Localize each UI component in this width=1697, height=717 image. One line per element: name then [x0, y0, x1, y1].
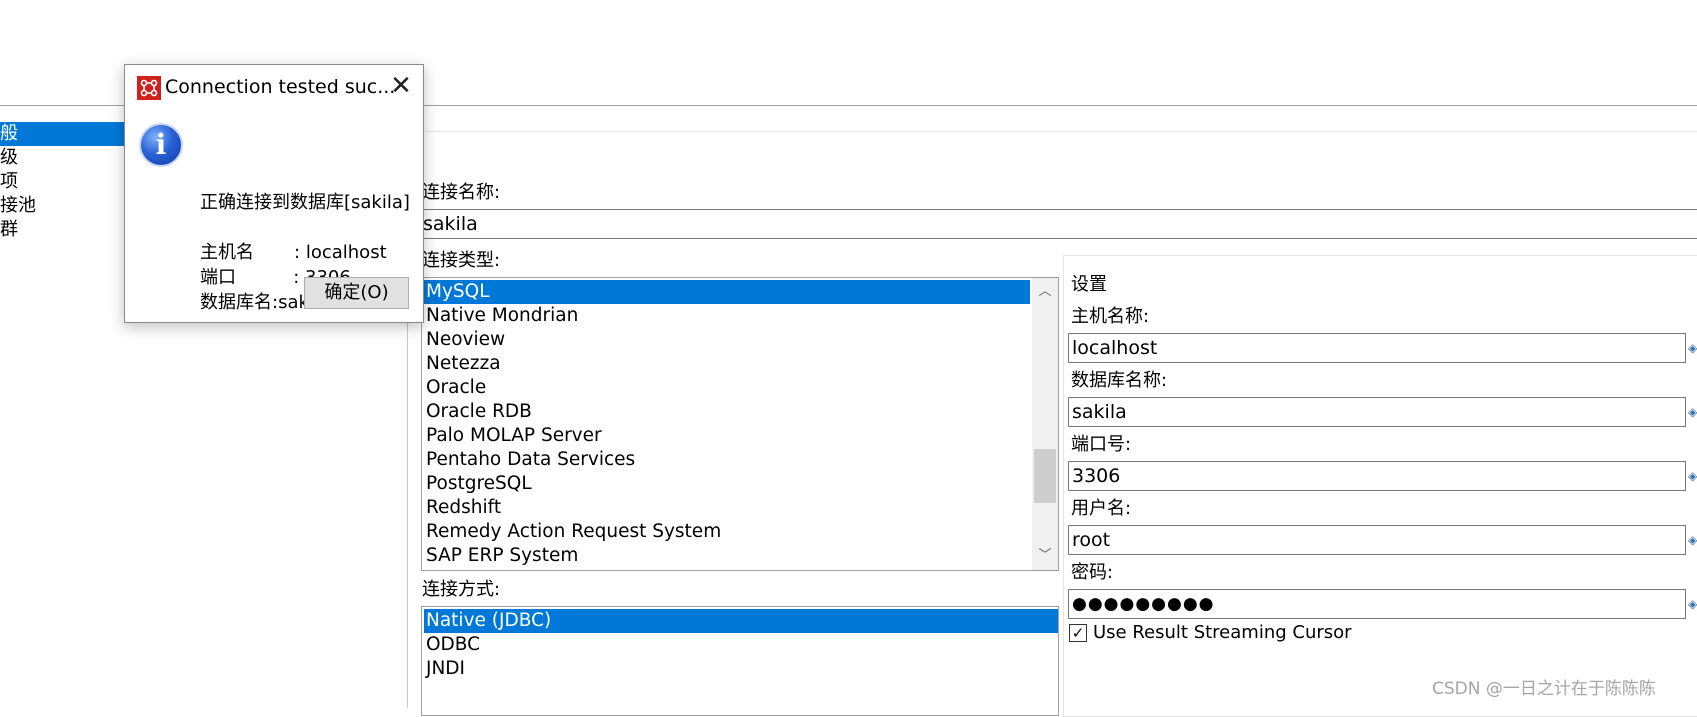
- streaming-cursor-checkbox[interactable]: ✓: [1069, 624, 1087, 642]
- password-label: 密码:: [1071, 562, 1114, 583]
- connection-type-list[interactable]: MySQL Native Mondrian Neoview Netezza Or…: [421, 277, 1059, 571]
- list-item[interactable]: Palo MOLAP Server: [424, 424, 1058, 448]
- list-item[interactable]: Neoview: [424, 328, 1058, 352]
- connection-type-label: 连接类型:: [422, 250, 501, 271]
- content-divider: [425, 131, 1697, 132]
- sidebar-item-advanced[interactable]: 级: [0, 146, 125, 170]
- list-item-jndi[interactable]: JNDI: [424, 657, 1058, 681]
- database-label: 数据库名称:: [1071, 370, 1168, 391]
- connection-type-scrollbar[interactable]: ︿ ﹀: [1032, 278, 1058, 570]
- port-label: 端口号:: [1071, 434, 1132, 455]
- host-input[interactable]: localhost: [1068, 333, 1686, 363]
- scroll-up-icon[interactable]: ︿: [1032, 280, 1058, 304]
- connection-test-dialog: Connection tested suc... ✕ i 正确连接到数据库[sa…: [124, 64, 424, 323]
- dialog-title: Connection tested suc...: [165, 76, 396, 98]
- app-logo-icon: [137, 76, 161, 100]
- connection-name-label: 连接名称:: [422, 182, 501, 203]
- scroll-thumb[interactable]: [1034, 449, 1056, 503]
- variable-icon[interactable]: ◈: [1688, 532, 1697, 548]
- list-item[interactable]: Remedy Action Request System: [424, 520, 1058, 544]
- sidebar-item-clustering[interactable]: 群: [0, 218, 125, 242]
- list-item[interactable]: SAP ERP System: [424, 544, 1058, 568]
- sidebar-item-options[interactable]: 项: [0, 170, 125, 194]
- list-item-native-jdbc[interactable]: Native (JDBC): [424, 609, 1058, 633]
- variable-icon[interactable]: ◈: [1688, 404, 1697, 420]
- list-item[interactable]: Netezza: [424, 352, 1058, 376]
- dialog-host-line: 主机名 : localhost: [200, 242, 387, 263]
- sidebar-item-pooling[interactable]: 接池: [0, 194, 125, 218]
- close-icon[interactable]: ✕: [387, 73, 415, 101]
- username-input[interactable]: root: [1068, 525, 1686, 555]
- list-item[interactable]: Pentaho Data Services: [424, 448, 1058, 472]
- connection-method-label: 连接方式:: [422, 579, 501, 600]
- variable-icon[interactable]: ◈: [1688, 596, 1697, 612]
- settings-title: 设置: [1071, 274, 1107, 295]
- list-item[interactable]: Oracle RDB: [424, 400, 1058, 424]
- host-label: 主机名称:: [1071, 306, 1150, 327]
- scroll-down-icon[interactable]: ﹀: [1032, 544, 1058, 568]
- list-item[interactable]: Redshift: [424, 496, 1058, 520]
- list-item[interactable]: Native Mondrian: [424, 304, 1058, 328]
- password-input[interactable]: ●●●●●●●●●: [1068, 589, 1686, 619]
- list-item[interactable]: PostgreSQL: [424, 472, 1058, 496]
- streaming-cursor-label: Use Result Streaming Cursor: [1093, 622, 1352, 643]
- sidebar-item-general[interactable]: 般: [0, 122, 125, 146]
- watermark: CSDN @一日之计在于陈陈陈: [1432, 679, 1656, 699]
- info-icon: i: [139, 123, 183, 167]
- connection-method-list[interactable]: Native (JDBC) ODBC JNDI: [421, 606, 1059, 716]
- variable-icon[interactable]: ◈: [1688, 468, 1697, 484]
- list-item[interactable]: Oracle: [424, 376, 1058, 400]
- dialog-message: 正确连接到数据库[sakila]: [200, 192, 410, 213]
- list-item-mysql[interactable]: MySQL: [424, 280, 1030, 304]
- database-input[interactable]: sakila: [1068, 397, 1686, 427]
- connection-name-input[interactable]: sakila: [420, 209, 1697, 239]
- port-input[interactable]: 3306: [1068, 461, 1686, 491]
- list-item-odbc[interactable]: ODBC: [424, 633, 1058, 657]
- variable-icon[interactable]: ◈: [1688, 340, 1697, 356]
- username-label: 用户名:: [1071, 498, 1132, 519]
- ok-button[interactable]: 确定(O): [304, 277, 409, 309]
